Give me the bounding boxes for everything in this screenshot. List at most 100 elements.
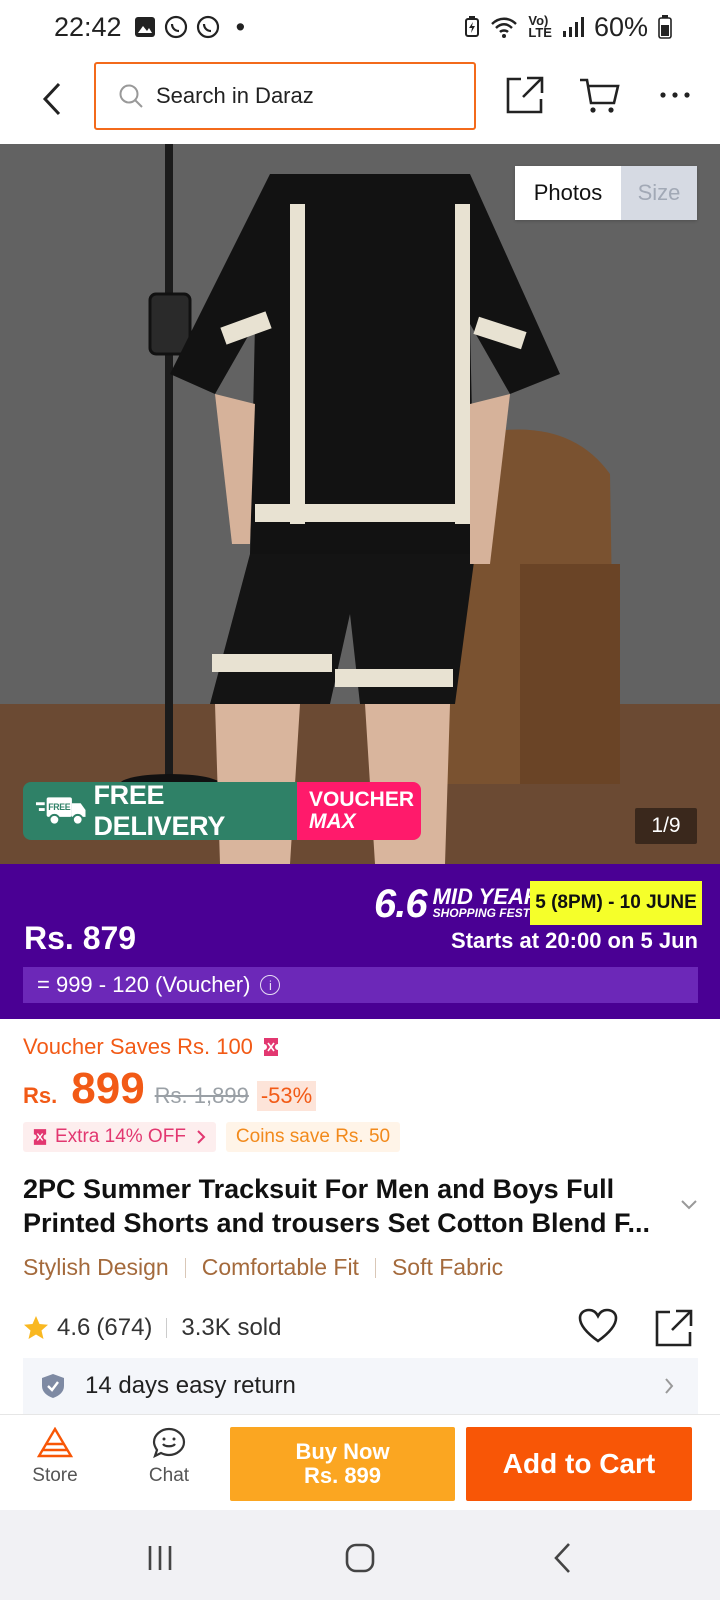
tab-photos[interactable]: Photos: [515, 166, 621, 220]
campaign-price: Rs. 879: [24, 920, 137, 956]
more-options-button[interactable]: [652, 72, 698, 118]
voucher-ticket-icon: [33, 1129, 47, 1145]
search-input[interactable]: Search in Daraz: [94, 62, 476, 130]
product-photo: [0, 144, 720, 864]
back-arrow-icon: [554, 1543, 570, 1573]
volte-indicator: Vo) LTE: [528, 14, 552, 40]
system-back-button[interactable]: [544, 1538, 584, 1578]
product-title: 2PC Summer Tracksuit For Men and Boys Fu…: [23, 1174, 651, 1238]
free-delivery-badge: FREE FREE DELIVERY: [23, 782, 297, 840]
search-placeholder: Search in Daraz: [156, 83, 314, 108]
image-counter: 1/9: [635, 808, 697, 844]
divider: [374, 1257, 376, 1278]
store-icon: [36, 1427, 74, 1458]
share-icon: [655, 1309, 693, 1347]
chat-button[interactable]: Chat: [124, 1427, 214, 1487]
discount-badge: -53%: [256, 1081, 317, 1111]
sold-count: 3.3K sold: [181, 1314, 282, 1341]
tab-size[interactable]: Size: [621, 166, 697, 220]
buy-now-price: Rs. 899: [303, 1463, 382, 1488]
coins-chip[interactable]: Coins save Rs. 50: [225, 1122, 401, 1152]
system-nav-bar: [0, 1510, 720, 1600]
heart-icon: [578, 1308, 618, 1343]
rating-value[interactable]: 4.6: [57, 1314, 90, 1342]
feature-tags: Stylish Design Comfortable Fit Soft Fabr…: [23, 1254, 503, 1281]
chevron-right-icon: [665, 1378, 674, 1394]
feature-tag: Comfortable Fit: [201, 1254, 359, 1280]
bottom-action-bar: Store Chat Buy Now Rs. 899 Add to Cart: [0, 1414, 720, 1510]
wishlist-button[interactable]: [578, 1308, 622, 1352]
add-to-cart-button[interactable]: Add to Cart: [466, 1427, 692, 1501]
campaign-banner[interactable]: 6.6 MID YEAR SHOPPING FEST! 5 (8PM) - 10…: [0, 864, 720, 1019]
voucher-saves[interactable]: Voucher Saves Rs. 100: [23, 1034, 279, 1060]
extra-off-chip[interactable]: Extra 14% OFF: [23, 1122, 216, 1152]
buy-now-label: Buy Now: [295, 1439, 390, 1464]
recent-apps-button[interactable]: [140, 1538, 180, 1578]
signal-icon: [562, 17, 584, 37]
gallery-notification-icon: [134, 17, 155, 37]
share-button[interactable]: [502, 72, 548, 118]
divider: [184, 1257, 186, 1278]
voucher-ticket-icon: [263, 1038, 278, 1056]
voucher-saves-text: Voucher Saves Rs. 100: [23, 1034, 253, 1059]
home-button[interactable]: [340, 1538, 380, 1578]
voucher-text: VOUCHER: [309, 788, 415, 811]
campaign-line2: SHOPPING FEST!: [432, 905, 534, 920]
home-icon: [345, 1543, 375, 1573]
divider: [166, 1318, 168, 1338]
volte-bottom: LTE: [528, 25, 552, 40]
more-notifications-dot: •: [235, 11, 246, 42]
cart-icon: [580, 78, 620, 113]
star-icon: [24, 1316, 48, 1339]
chat-label: Chat: [148, 1465, 190, 1486]
more-dots-icon: [660, 92, 690, 98]
status-bar: 22:42 • Vo) LTE 60%: [0, 0, 720, 54]
promo-chips: Extra 14% OFF Coins save Rs. 50: [23, 1122, 401, 1152]
buy-now-button[interactable]: Buy Now Rs. 899: [230, 1427, 455, 1501]
back-button[interactable]: [28, 75, 76, 123]
shield-check-icon: [42, 1374, 64, 1398]
price-row: Rs. 899 Rs. 1,899 -53%: [23, 1064, 317, 1114]
chevron-left-icon: [42, 82, 61, 116]
original-price: Rs. 1,899: [154, 1083, 249, 1108]
return-policy-text: 14 days easy return: [85, 1372, 296, 1399]
notification-icons: •: [134, 12, 245, 43]
system-icons: Vo) LTE 60%: [464, 12, 672, 43]
voucher-max-badge: VOUCHER MAX: [297, 782, 421, 840]
info-icon[interactable]: i: [260, 975, 281, 995]
wifi-icon: [491, 17, 518, 38]
mid-year-fest-logo: 6.6 MID YEAR SHOPPING FEST!: [374, 882, 540, 927]
store-label: Store: [32, 1465, 78, 1486]
gallery-tabs: Photos Size: [515, 166, 697, 220]
feature-tag: Soft Fabric: [391, 1254, 504, 1280]
campaign-line1: MID YEAR: [432, 883, 540, 909]
return-policy-row[interactable]: 14 days easy return: [23, 1358, 698, 1414]
share-icon: [506, 76, 544, 114]
campaign-dates: 5 (8PM) - 10 JUNE: [530, 881, 702, 925]
whatsapp-notification-icon: [164, 15, 187, 39]
status-time: 22:42: [54, 11, 122, 42]
delivery-truck-icon: FREE: [35, 797, 86, 826]
campaign-name: MID YEAR SHOPPING FEST!: [432, 883, 540, 921]
recent-apps-icon: [148, 1546, 172, 1570]
store-button[interactable]: Store: [10, 1427, 100, 1487]
product-image-gallery[interactable]: Photos Size FREE FREE DELIVERY VOUCHER M…: [0, 144, 720, 864]
max-text: MAX: [309, 810, 356, 833]
cart-button[interactable]: [576, 72, 622, 118]
review-count[interactable]: (674): [96, 1314, 152, 1342]
promo-banner: FREE FREE DELIVERY VOUCHER MAX: [23, 782, 421, 840]
campaign-start-time: Starts at 20:00 on 5 Jun: [451, 928, 698, 953]
chat-icon: [152, 1427, 186, 1459]
chevron-down-icon: [681, 1200, 697, 1210]
formula-text: = 999 - 120 (Voucher): [37, 972, 251, 997]
battery-percent: 60%: [593, 11, 648, 42]
feature-tag: Stylish Design: [23, 1254, 169, 1280]
rating-row: 4.6 (674) 3.3K sold: [23, 1308, 698, 1348]
share-product-button[interactable]: [654, 1308, 698, 1352]
current-price: 899: [71, 1064, 145, 1113]
top-bar: Search in Daraz: [0, 54, 720, 144]
whatsapp-notification-icon: [196, 15, 219, 39]
free-badge-text: FREE: [48, 802, 71, 812]
campaign-price-formula[interactable]: = 999 - 120 (Voucher) i: [23, 967, 698, 1003]
expand-title-button[interactable]: [680, 1198, 698, 1216]
